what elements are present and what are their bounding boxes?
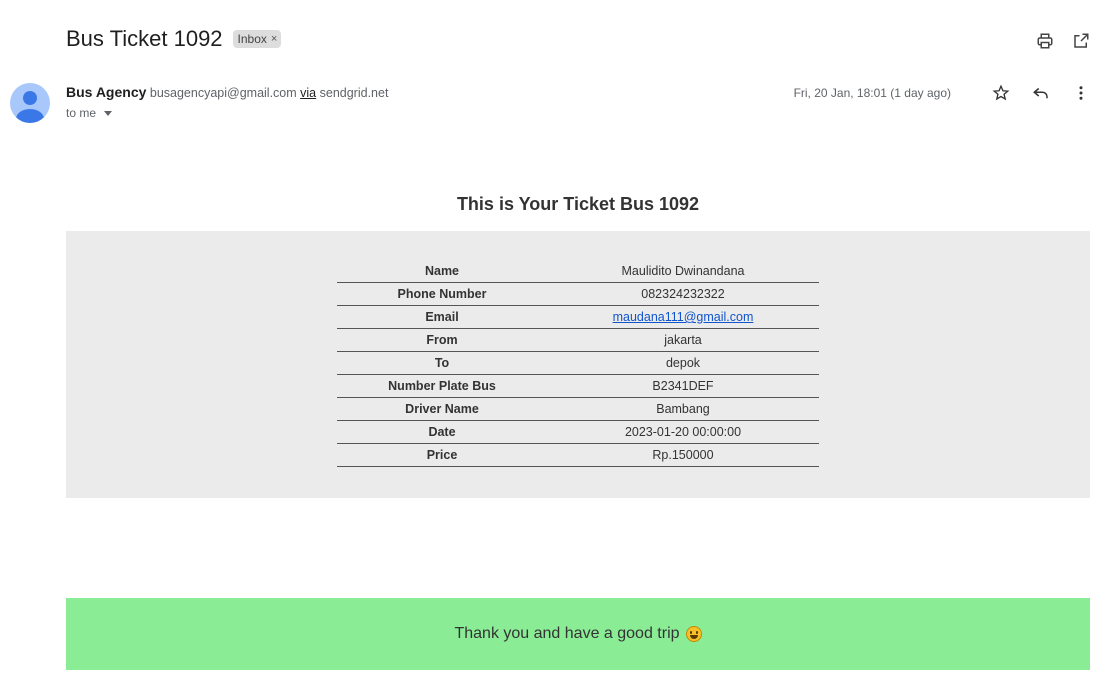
footer-text: Thank you and have a good trip xyxy=(454,625,680,642)
table-row: Price Rp.150000 xyxy=(337,443,819,467)
row-value: Maulidito Dwinandana xyxy=(547,260,819,283)
chevron-down-icon[interactable] xyxy=(104,110,113,116)
ticket-title: This is Your Ticket Bus 1092 xyxy=(456,194,700,214)
table-row: Date 2023-01-20 00:00:00 xyxy=(337,420,819,444)
reply-icon[interactable] xyxy=(1031,83,1051,103)
ticket-table: Name Maulidito Dwinandana Phone Number 0… xyxy=(337,260,819,467)
row-value: B2341DEF xyxy=(547,374,819,398)
row-label: To xyxy=(337,351,547,375)
star-icon[interactable] xyxy=(991,83,1011,103)
more-vert-icon[interactable] xyxy=(1071,83,1091,103)
row-value: 2023-01-20 00:00:00 xyxy=(547,420,819,444)
table-row: Driver Name Bambang xyxy=(337,397,819,421)
row-value: jakarta xyxy=(547,328,819,352)
table-row: Email maudana111@gmail.com xyxy=(337,305,819,329)
row-value: Bambang xyxy=(547,397,819,421)
row-value: depok xyxy=(547,351,819,375)
email-subject: Bus Ticket 1092 xyxy=(66,26,223,51)
table-row: To depok xyxy=(337,351,819,375)
sender-block: Bus Agency busagencyapi@gmail.com via se… xyxy=(66,84,388,120)
avatar-person-icon xyxy=(16,91,44,123)
inbox-label-chip[interactable]: Inbox × xyxy=(232,30,282,48)
table-row: Number Plate Bus B2341DEF xyxy=(337,374,819,398)
email-link[interactable]: maudana111@gmail.com xyxy=(613,310,754,324)
recipient-line: to me xyxy=(66,106,388,120)
recipient-text: to me xyxy=(66,106,97,120)
inbox-label-text: Inbox xyxy=(237,32,267,46)
row-label: Number Plate Bus xyxy=(337,374,547,398)
row-label: Date xyxy=(337,420,547,444)
via-domain: sendgrid.net xyxy=(319,86,389,100)
row-value: 082324232322 xyxy=(547,282,819,306)
open-in-new-window-icon[interactable] xyxy=(1071,31,1091,51)
sender-line: Bus Agency busagencyapi@gmail.com via se… xyxy=(66,84,388,100)
table-row: From jakarta xyxy=(337,328,819,352)
message-date: Fri, 20 Jan, 18:01 (1 day ago) xyxy=(793,86,951,100)
sender-email: busagencyapi@gmail.com xyxy=(149,86,297,100)
row-label: Email xyxy=(337,305,547,329)
subject-row: Bus Ticket 1092 Inbox × xyxy=(66,26,282,52)
print-icon[interactable] xyxy=(1035,31,1055,51)
row-value: Rp.150000 xyxy=(547,443,819,467)
row-label: From xyxy=(337,328,547,352)
row-label: Driver Name xyxy=(337,397,547,421)
table-row: Name Maulidito Dwinandana xyxy=(337,260,819,283)
ticket-panel: Name Maulidito Dwinandana Phone Number 0… xyxy=(66,231,1090,498)
row-value: maudana111@gmail.com xyxy=(547,305,819,329)
remove-label-button[interactable]: × xyxy=(271,33,277,45)
grinning-face-emoji-icon xyxy=(685,626,702,642)
row-label: Phone Number xyxy=(337,282,547,306)
footer-banner: Thank you and have a good trip xyxy=(66,598,1090,670)
top-actions xyxy=(1035,31,1091,51)
message-actions: Fri, 20 Jan, 18:01 (1 day ago) xyxy=(794,83,1091,103)
via-link[interactable]: via xyxy=(300,86,316,100)
sender-avatar[interactable] xyxy=(10,83,50,123)
table-row: Phone Number 082324232322 xyxy=(337,282,819,306)
row-label: Name xyxy=(337,260,547,283)
sender-name[interactable]: Bus Agency xyxy=(66,84,146,100)
row-label: Price xyxy=(337,443,547,467)
